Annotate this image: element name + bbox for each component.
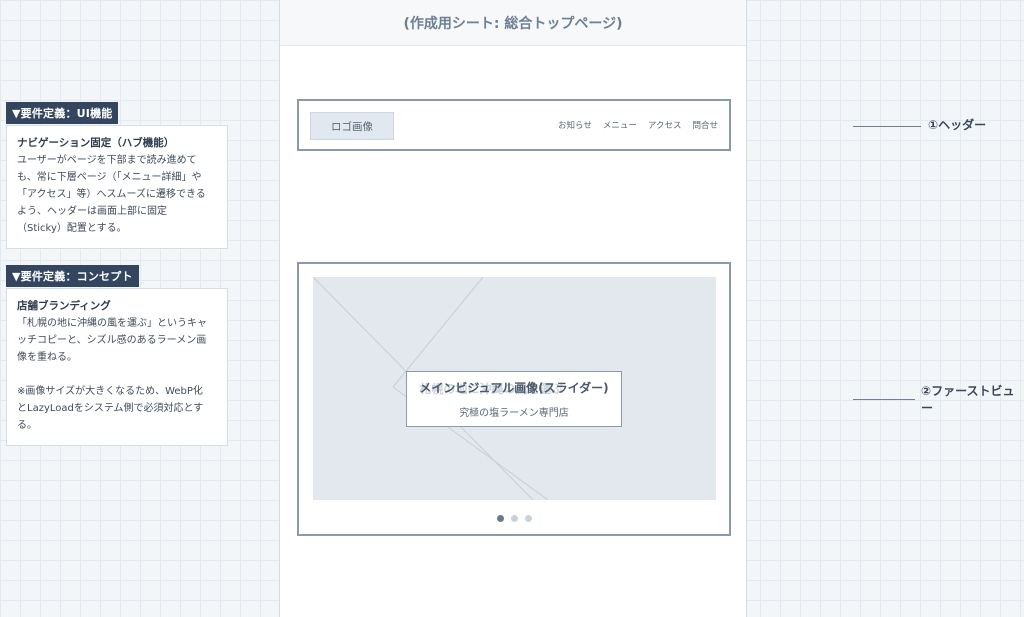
nav-item-access[interactable]: アクセス xyxy=(648,119,682,131)
nav-item-menu[interactable]: メニュー xyxy=(603,119,637,131)
global-nav: お知らせ メニュー アクセス 問合せ xyxy=(558,101,718,149)
requirement-title: ナビゲーション固定（ハブ機能） xyxy=(17,137,175,149)
requirement-note-line: とLazyLoadをシステム側で必須対応とす xyxy=(17,403,204,414)
requirement-note-line: ※画像サイズが大きくなるため、WebP化 xyxy=(17,386,203,397)
nav-item-news[interactable]: お知らせ xyxy=(558,119,592,131)
slider-dots xyxy=(299,515,729,522)
wireframe-first-view: 札幌の地に沖縄の風を運ぶ メインビジュアル画像(スライダー) 究極の塩ラーメン専… xyxy=(297,262,731,536)
hero-caption-box: 札幌の地に沖縄の風を運ぶ メインビジュアル画像(スライダー) 究極の塩ラーメン専… xyxy=(406,371,622,427)
requirement-line: 像を重ねる。 xyxy=(17,352,77,363)
requirement-line: も、常に下層ページ（「メニュー詳細」や xyxy=(17,172,202,183)
annotation-firstview-line: ー xyxy=(921,401,934,415)
wireframe-sheet: (作成用シート: 総合トップページ) ロゴ画像 お知らせ メニュー アクセス 問… xyxy=(279,0,747,617)
requirement-note-line: る。 xyxy=(17,420,37,431)
requirement-line: 「札幌の地に沖縄の風を運ぶ」というキャ xyxy=(17,318,207,329)
requirement-line: よう、ヘッダーは画面上部に固定 xyxy=(17,206,167,217)
annotation-connector xyxy=(853,126,921,127)
requirement-tag-concept: ▼要件定義：コンセプト xyxy=(6,265,139,287)
wireframe-header: ロゴ画像 お知らせ メニュー アクセス 問合せ xyxy=(297,99,731,151)
requirement-box-concept: 店舗ブランディング 「札幌の地に沖縄の風を運ぶ」というキャ ッチコピーと、シズル… xyxy=(6,288,228,446)
requirement-line: 「アクセス」等）へスムーズに遷移できる xyxy=(17,189,206,200)
main-visual-placeholder[interactable]: 札幌の地に沖縄の風を運ぶ メインビジュアル画像(スライダー) 究極の塩ラーメン専… xyxy=(313,277,716,500)
requirement-line: ユーザーがページを下部まで読み進めて xyxy=(17,155,197,166)
requirement-line: ッチコピーと、シズル感のあるラーメン画 xyxy=(17,335,207,346)
slider-dot[interactable] xyxy=(524,515,532,522)
annotation-header-label: ①ヘッダー xyxy=(928,118,987,132)
sheet-title: (作成用シート: 総合トップページ) xyxy=(280,0,746,46)
slider-dot[interactable] xyxy=(496,515,504,522)
logo-placeholder[interactable]: ロゴ画像 xyxy=(310,112,394,140)
slider-dot[interactable] xyxy=(510,515,518,522)
hero-title-text: メインビジュアル画像(スライダー) xyxy=(419,381,609,395)
annotation-firstview-label: ②ファーストビュ ー xyxy=(921,383,1015,417)
hero-subtitle: 究極の塩ラーメン専門店 xyxy=(459,408,569,419)
hero-title: 札幌の地に沖縄の風を運ぶ メインビジュアル画像(スライダー) xyxy=(419,379,608,396)
requirement-tag-ui: ▼要件定義：UI機能 xyxy=(6,102,119,124)
annotation-firstview-line: ②ファーストビュ xyxy=(921,384,1015,398)
nav-item-contact[interactable]: 問合せ xyxy=(692,119,718,131)
requirement-title: 店舗ブランディング xyxy=(17,300,111,312)
annotation-connector xyxy=(853,399,915,400)
requirement-box-ui: ナビゲーション固定（ハブ機能） ユーザーがページを下部まで読み進めて も、常に下… xyxy=(6,125,228,249)
requirement-line: （Sticky）配置とする。 xyxy=(17,223,127,234)
